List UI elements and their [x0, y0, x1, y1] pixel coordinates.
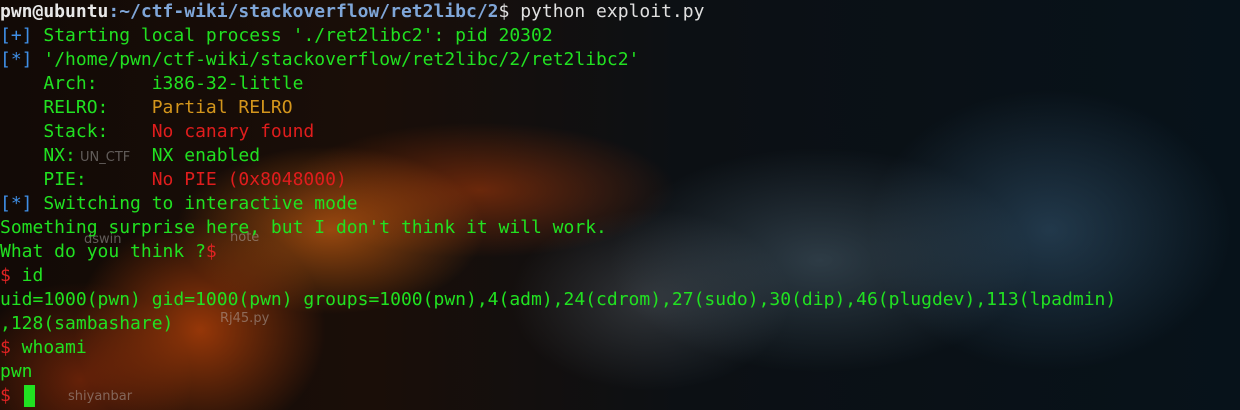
shell-command-whoami: $ whoami	[0, 336, 87, 360]
output-binary-path: [*] '/home/pwn/ctf-wiki/stackoverflow/re…	[0, 48, 639, 72]
checksec-key: RELRO:	[0, 97, 152, 118]
whoami-output-line: pwn	[0, 360, 33, 384]
shell-prompt-symbol: $	[0, 265, 11, 286]
status-tag-star: [*]	[0, 49, 33, 70]
output-surprise: Something surprise here, but I don't thi…	[0, 216, 607, 240]
checksec-key: Stack:	[0, 121, 152, 142]
checksec-key: PIE:	[0, 169, 152, 190]
surprise-text: Something surprise here, but I don't thi…	[0, 217, 607, 238]
prompt-path: :~/ctf-wiki/stackoverflow/ret2libc/2	[108, 1, 499, 22]
id-output-line-2: ,128(sambashare)	[0, 312, 173, 336]
checksec-key: NX:	[0, 145, 152, 166]
output-start-process: [+] Starting local process './ret2libc2'…	[0, 24, 553, 48]
shell-input-line[interactable]: $	[0, 384, 35, 408]
prompt-user-host: pwn@ubuntu	[0, 1, 109, 22]
shell-command: whoami	[10, 337, 87, 358]
shell-prompt-symbol: $	[0, 337, 11, 358]
checksec-relro: RELRO: Partial RELRO	[0, 96, 293, 120]
question-text: What do you think ?	[0, 241, 206, 262]
id-output-text: uid=1000(pwn) gid=1000(pwn) groups=1000(…	[0, 289, 1117, 310]
terminal-window[interactable]: pwn@ubuntu:~/ctf-wiki/stackoverflow/ret2…	[0, 0, 1240, 410]
shell-command: id	[10, 265, 44, 286]
checksec-value: Partial RELRO	[151, 97, 293, 118]
checksec-value: No PIE (0x8048000)	[151, 169, 347, 190]
shell-command-id: $ id	[0, 264, 43, 288]
checksec-key: Arch:	[0, 73, 152, 94]
checksec-nx: NX: NX enabled	[0, 144, 260, 168]
status-tag-plus: [+]	[0, 25, 33, 46]
status-tag-star: [*]	[0, 193, 33, 214]
prompt-symbol: $	[498, 1, 510, 22]
question-dollar: $	[205, 241, 217, 262]
id-output-line-1: uid=1000(pwn) gid=1000(pwn) groups=1000(…	[0, 288, 1116, 312]
shell-prompt-symbol: $	[0, 385, 11, 406]
text-cursor	[23, 385, 35, 407]
binary-path-text: '/home/pwn/ctf-wiki/stackoverflow/ret2li…	[32, 49, 640, 70]
checksec-stack: Stack: No canary found	[0, 120, 314, 144]
start-process-text: Starting local process './ret2libc2': pi…	[32, 25, 553, 46]
whoami-output-text: pwn	[0, 361, 33, 382]
id-output-text: ,128(sambashare)	[0, 313, 174, 334]
output-interactive-mode: [*] Switching to interactive mode	[0, 192, 358, 216]
checksec-arch: Arch: i386-32-little	[0, 72, 303, 96]
checksec-value: NX enabled	[151, 145, 261, 166]
checksec-value: i386-32-little	[151, 73, 304, 94]
checksec-pie: PIE: No PIE (0x8048000)	[0, 168, 347, 192]
interactive-mode-text: Switching to interactive mode	[32, 193, 358, 214]
prompt-line: pwn@ubuntu:~/ctf-wiki/stackoverflow/ret2…	[0, 0, 704, 24]
prompt-command: python exploit.py	[509, 1, 705, 22]
output-question: What do you think ?$	[0, 240, 217, 264]
checksec-value: No canary found	[151, 121, 315, 142]
